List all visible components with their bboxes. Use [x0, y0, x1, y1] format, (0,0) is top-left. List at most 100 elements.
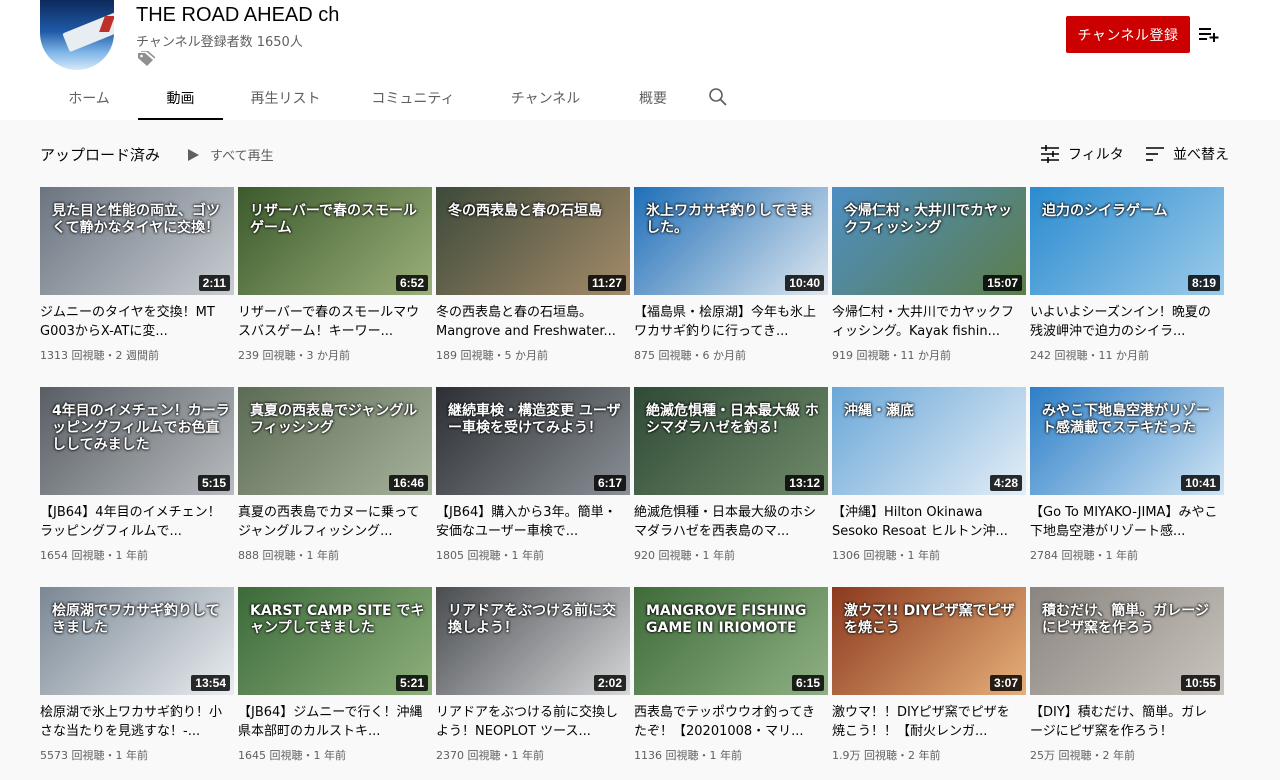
thumbnail-caption: 見た目と性能の両立、ゴツくて静かなタイヤに交換！ — [52, 203, 220, 236]
duration-badge: 2:02 — [593, 675, 626, 691]
video-card[interactable]: 迫力のシイラゲーム 8:19 いよいよシーズンイン！晩夏の残波岬沖で迫力のシイラ..… — [1030, 187, 1224, 377]
thumbnail-caption: みやこ下地島空港がリゾート感満載でステキだった — [1042, 403, 1210, 436]
video-thumbnail[interactable]: みやこ下地島空港がリゾート感満載でステキだった 10:41 — [1030, 387, 1224, 495]
thumbnail-caption: 真夏の西表島でジャングルフィッシング — [250, 403, 418, 436]
video-thumbnail[interactable]: 真夏の西表島でジャングルフィッシング 16:46 — [238, 387, 432, 495]
uploads-title: アップロード済み — [40, 146, 161, 164]
video-thumbnail[interactable]: 継続車検・構造変更 ユーザー車検を受けてみよう！ 6:17 — [436, 387, 630, 495]
sort-button[interactable]: 並べ替え — [1145, 144, 1229, 164]
video-card[interactable]: MANGROVE FISHING GAME IN IRIOMOTE 6:15 西表島… — [634, 587, 828, 777]
video-title[interactable]: 冬の西表島と春の石垣島。Mangrove and Freshwater... — [436, 303, 626, 341]
tab-search[interactable] — [693, 78, 743, 120]
tab-community[interactable]: コミュニティ — [348, 78, 478, 120]
video-title[interactable]: 【沖縄】Hilton Okinawa Sesoko Resoat ヒルトン沖..… — [832, 503, 1022, 541]
video-card[interactable]: 見た目と性能の両立、ゴツくて静かなタイヤに交換！ 2:11 ジムニーのタイヤを交換！… — [40, 187, 234, 377]
video-title[interactable]: 絶滅危惧種・日本最大級のホシマダラハゼを西表島のマ... — [634, 503, 824, 541]
duration-badge: 10:41 — [1181, 475, 1220, 491]
video-title[interactable]: 西表島でテッポウウオ釣ってきたぞ！【20201008・マリ... — [634, 703, 824, 741]
video-thumbnail[interactable]: 冬の西表島と春の石垣島 11:27 — [436, 187, 630, 295]
filter-button[interactable]: フィルタ — [1040, 144, 1124, 164]
video-card[interactable]: 桧原湖でワカサギ釣りしてきました 13:54 桧原湖で氷上ワカサギ釣り！小さな当たり… — [40, 587, 234, 777]
video-title[interactable]: リアドアをぶつける前に交換しよう！NEOPLOT ツース... — [436, 703, 626, 741]
video-title[interactable]: ジムニーのタイヤを交換！MT G003からX-ATに変... — [40, 303, 230, 341]
video-thumbnail[interactable]: KARST CAMP SITE でキャンプしてきました 5:21 — [238, 587, 432, 695]
video-meta: 239 回視聴・3 か月前 — [238, 349, 350, 362]
duration-badge: 2:11 — [198, 275, 230, 291]
video-meta: 25万 回視聴・2 年前 — [1030, 749, 1135, 762]
video-thumbnail[interactable]: 氷上ワカサギ釣りしてきました。 10:40 — [634, 187, 828, 295]
video-card[interactable]: 氷上ワカサギ釣りしてきました。 10:40 【福島県・桧原湖】今年も氷上ワカサギ釣り… — [634, 187, 828, 377]
video-card[interactable]: 激ウマ!! DIYピザ窯でピザを焼こう 3:07 激ウマ！！DIYピザ窯でピザを焼こ… — [832, 587, 1026, 777]
video-card[interactable]: 絶滅危惧種・日本最大級 ホシマダラハゼを釣る！ 13:12 絶滅危惧種・日本最大級の… — [634, 387, 828, 577]
subscriber-count: チャンネル登録者数 1650人 — [136, 35, 303, 50]
thumbnail-caption: MANGROVE FISHING GAME IN IRIOMOTE — [646, 603, 807, 636]
video-title[interactable]: 激ウマ！！DIYピザ窯でピザを焼こう！！【耐火レンガ... — [832, 703, 1022, 741]
video-title[interactable]: 【JB64】購入から3年。簡単・安価なユーザー車検で... — [436, 503, 626, 541]
duration-badge: 16:46 — [389, 475, 428, 491]
thumbnail-caption: リザーバーで春のスモールゲーム — [250, 203, 418, 236]
video-title[interactable]: 【JB64】4年目のイメチェン！ラッピングフィルムで... — [40, 503, 230, 541]
channel-avatar[interactable] — [40, 0, 114, 70]
play-all-button[interactable]: すべて再生 — [186, 145, 274, 164]
video-thumbnail[interactable]: MANGROVE FISHING GAME IN IRIOMOTE 6:15 — [634, 587, 828, 695]
video-title[interactable]: 真夏の西表島でカヌーに乗ってジャングルフィッシング... — [238, 503, 428, 541]
video-title[interactable]: 【Go To MIYAKO-JIMA】みやこ下地島空港がリゾート感... — [1030, 503, 1220, 541]
video-title[interactable]: 今帰仁村・大井川でカヤックフィッシング。Kayak fishin... — [832, 303, 1022, 341]
video-title[interactable]: 【福島県・桧原湖】今年も氷上ワカサギ釣りに行ってき... — [634, 303, 824, 341]
subscribe-button[interactable]: チャンネル登録 — [1066, 16, 1190, 53]
video-title[interactable]: 桧原湖で氷上ワカサギ釣り！小さな当たりを見逃すな！-... — [40, 703, 230, 741]
video-meta: 875 回視聴・6 か月前 — [634, 349, 746, 362]
video-card[interactable]: 4年目のイメチェン！カーラッピングフィルムでお色直ししてみました 5:15 【JB6… — [40, 387, 234, 577]
channel-name: THE ROAD AHEAD ch — [136, 4, 340, 26]
sort-label: 並べ替え — [1173, 147, 1229, 163]
video-thumbnail[interactable]: 迫力のシイラゲーム 8:19 — [1030, 187, 1224, 295]
tab-about[interactable]: 概要 — [613, 78, 693, 120]
video-card[interactable]: リザーバーで春のスモールゲーム 6:52 リザーバーで春のスモールマウスバスゲーム！… — [238, 187, 432, 377]
thumbnail-caption: リアドアをぶつける前に交換しよう！ — [448, 603, 616, 636]
video-thumbnail[interactable]: リザーバーで春のスモールゲーム 6:52 — [238, 187, 432, 295]
video-thumbnail[interactable]: 4年目のイメチェン！カーラッピングフィルムでお色直ししてみました 5:15 — [40, 387, 234, 495]
video-meta: 1645 回視聴・1 年前 — [238, 749, 346, 762]
filter-label: フィルタ — [1068, 147, 1124, 163]
video-card[interactable]: 今帰仁村・大井川でカヤックフィッシング 15:07 今帰仁村・大井川でカヤックフィッ… — [832, 187, 1026, 377]
video-card[interactable]: 冬の西表島と春の石垣島 11:27 冬の西表島と春の石垣島。Mangrove and… — [436, 187, 630, 377]
duration-badge: 3:07 — [989, 675, 1022, 691]
play-all-label: すべて再生 — [210, 149, 274, 164]
duration-badge: 5:21 — [395, 675, 428, 691]
video-thumbnail[interactable]: 今帰仁村・大井川でカヤックフィッシング 15:07 — [832, 187, 1026, 295]
video-thumbnail[interactable]: 桧原湖でワカサギ釣りしてきました 13:54 — [40, 587, 234, 695]
tab-playlists[interactable]: 再生リスト — [223, 78, 348, 120]
uploads-toolbar: アップロード済み すべて再生 フィルタ 並べ替え — [40, 140, 1230, 168]
video-title[interactable]: 【DIY】積むだけ、簡単。ガレージにピザ窯を作ろう！ — [1030, 703, 1220, 741]
video-card[interactable]: みやこ下地島空港がリゾート感満載でステキだった 10:41 【Go To MIYAK… — [1030, 387, 1224, 577]
playlist-add-icon[interactable] — [1198, 24, 1220, 44]
duration-badge: 13:54 — [191, 675, 230, 691]
tab-videos[interactable]: 動画 — [138, 78, 223, 120]
channel-header: THE ROAD AHEAD ch チャンネル登録者数 1650人 チャンネル登… — [0, 0, 1280, 120]
video-meta: 1805 回視聴・1 年前 — [436, 549, 544, 562]
video-card[interactable]: KARST CAMP SITE でキャンプしてきました 5:21 【JB64】ジムニ… — [238, 587, 432, 777]
video-card[interactable]: 積むだけ、簡単。ガレージにピザ窯を作ろう 10:55 【DIY】積むだけ、簡単。ガレ… — [1030, 587, 1224, 777]
video-thumbnail[interactable]: 激ウマ!! DIYピザ窯でピザを焼こう 3:07 — [832, 587, 1026, 695]
video-title[interactable]: いよいよシーズンイン！晩夏の残波岬沖で迫力のシイラ... — [1030, 303, 1220, 341]
video-title[interactable]: リザーバーで春のスモールマウスバスゲーム！キーワー... — [238, 303, 428, 341]
video-thumbnail[interactable]: 沖縄・瀬底 4:28 — [832, 387, 1026, 495]
video-card[interactable]: 継続車検・構造変更 ユーザー車検を受けてみよう！ 6:17 【JB64】購入から3年… — [436, 387, 630, 577]
video-thumbnail[interactable]: 絶滅危惧種・日本最大級 ホシマダラハゼを釣る！ 13:12 — [634, 387, 828, 495]
video-thumbnail[interactable]: リアドアをぶつける前に交換しよう！ 2:02 — [436, 587, 630, 695]
video-card[interactable]: 沖縄・瀬底 4:28 【沖縄】Hilton Okinawa Sesoko Resoa… — [832, 387, 1026, 577]
video-meta: 888 回視聴・1 年前 — [238, 549, 339, 562]
video-card[interactable]: 真夏の西表島でジャングルフィッシング 16:46 真夏の西表島でカヌーに乗ってジャン… — [238, 387, 432, 577]
duration-badge: 6:17 — [593, 475, 626, 491]
tab-home[interactable]: ホーム — [40, 78, 138, 120]
video-thumbnail[interactable]: 見た目と性能の両立、ゴツくて静かなタイヤに交換！ 2:11 — [40, 187, 234, 295]
thumbnail-caption: 冬の西表島と春の石垣島 — [448, 203, 602, 219]
thumbnail-caption: 迫力のシイラゲーム — [1042, 203, 1168, 219]
video-title[interactable]: 【JB64】ジムニーで行く！沖縄県本部町のカルストキ... — [238, 703, 428, 741]
thumbnail-caption: 今帰仁村・大井川でカヤックフィッシング — [844, 203, 1012, 236]
tab-channels[interactable]: チャンネル — [478, 78, 613, 120]
filter-icon — [1041, 145, 1059, 163]
thumbnail-caption: 氷上ワカサギ釣りしてきました。 — [646, 203, 814, 236]
video-card[interactable]: リアドアをぶつける前に交換しよう！ 2:02 リアドアをぶつける前に交換しよう！NE… — [436, 587, 630, 777]
video-thumbnail[interactable]: 積むだけ、簡単。ガレージにピザ窯を作ろう 10:55 — [1030, 587, 1224, 695]
